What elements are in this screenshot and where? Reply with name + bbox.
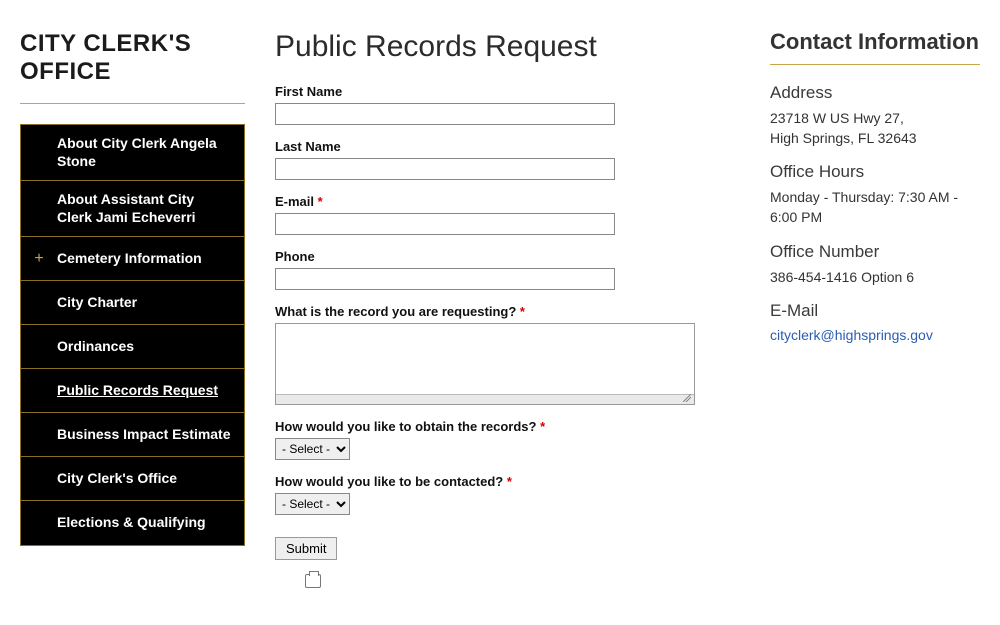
obtain-method-label: How would you like to obtain the records… (275, 419, 740, 434)
sidebar-item-label: Ordinances (57, 338, 134, 356)
office-number-heading: Office Number (770, 242, 980, 262)
contact-method-label-text: How would you like to be contacted? (275, 474, 503, 489)
field-email: E-mail * (275, 194, 740, 235)
sidebar-item-about-city-clerk[interactable]: About City Clerk Angela Stone (21, 125, 244, 181)
office-hours-heading: Office Hours (770, 162, 980, 182)
email-label: E-mail * (275, 194, 740, 209)
phone-label: Phone (275, 249, 740, 264)
office-number-text: 386-454-1416 Option 6 (770, 268, 980, 288)
email-heading: E-Mail (770, 301, 980, 321)
required-asterisk: * (540, 419, 545, 434)
contact-title: Contact Information (770, 30, 980, 54)
textarea-resize-handle[interactable] (276, 394, 694, 404)
sidebar-item-label: City Charter (57, 294, 137, 312)
address-heading: Address (770, 83, 980, 103)
sidebar-divider (20, 103, 245, 104)
last-name-input[interactable] (275, 158, 615, 180)
phone-input[interactable] (275, 268, 615, 290)
sidebar-item-about-assistant-clerk[interactable]: About Assistant City Clerk Jami Echeverr… (21, 181, 244, 237)
address-line-2: High Springs, FL 32643 (770, 129, 980, 149)
sidebar-item-ordinances[interactable]: Ordinances (21, 325, 244, 369)
last-name-label: Last Name (275, 139, 740, 154)
first-name-label: First Name (275, 84, 740, 99)
sidebar-nav: About City Clerk Angela Stone About Assi… (20, 124, 245, 546)
record-request-label: What is the record you are requesting? * (275, 304, 740, 319)
contact-method-label: How would you like to be contacted? * (275, 474, 740, 489)
field-record-request: What is the record you are requesting? * (275, 304, 740, 405)
sidebar-item-cemetery-information[interactable]: + Cemetery Information (21, 237, 244, 281)
sidebar-item-label: Elections & Qualifying (57, 514, 206, 532)
field-obtain-method: How would you like to obtain the records… (275, 419, 740, 460)
email-link[interactable]: cityclerk@highsprings.gov (770, 327, 933, 343)
field-phone: Phone (275, 249, 740, 290)
field-first-name: First Name (275, 84, 740, 125)
sidebar: CITY CLERK'S OFFICE About City Clerk Ang… (20, 30, 245, 593)
contact-method-select[interactable]: - Select - (275, 493, 350, 515)
contact-divider (770, 64, 980, 65)
sidebar-item-label: Public Records Request (57, 382, 218, 400)
plus-icon[interactable]: + (21, 251, 57, 267)
required-asterisk: * (318, 194, 323, 209)
field-contact-method: How would you like to be contacted? * - … (275, 474, 740, 515)
sidebar-item-label: About Assistant City Clerk Jami Echeverr… (57, 191, 232, 226)
obtain-method-label-text: How would you like to obtain the records… (275, 419, 536, 434)
main-content: Public Records Request First Name Last N… (275, 30, 740, 593)
sidebar-item-label: Cemetery Information (57, 250, 202, 268)
submit-button[interactable]: Submit (275, 537, 337, 560)
address-line-1: 23718 W US Hwy 27, (770, 109, 980, 129)
sidebar-item-city-clerks-office[interactable]: City Clerk's Office (21, 457, 244, 501)
sidebar-title: CITY CLERK'S OFFICE (20, 30, 245, 85)
obtain-method-select[interactable]: - Select - (275, 438, 350, 460)
sidebar-item-public-records-request[interactable]: Public Records Request (21, 369, 244, 413)
email-input[interactable] (275, 213, 615, 235)
sidebar-item-business-impact-estimate[interactable]: Business Impact Estimate (21, 413, 244, 457)
first-name-input[interactable] (275, 103, 615, 125)
office-hours-text: Monday - Thursday: 7:30 AM - 6:00 PM (770, 188, 980, 227)
sidebar-item-label: Business Impact Estimate (57, 426, 231, 444)
print-icon[interactable] (305, 574, 321, 588)
record-request-label-text: What is the record you are requesting? (275, 304, 516, 319)
page-title: Public Records Request (275, 30, 740, 64)
sidebar-item-label: City Clerk's Office (57, 470, 177, 488)
sidebar-item-city-charter[interactable]: City Charter (21, 281, 244, 325)
field-last-name: Last Name (275, 139, 740, 180)
sidebar-item-label: About City Clerk Angela Stone (57, 135, 232, 170)
sidebar-item-elections-qualifying[interactable]: Elections & Qualifying (21, 501, 244, 545)
print-row (275, 574, 740, 593)
contact-panel: Contact Information Address 23718 W US H… (770, 30, 980, 593)
record-request-textarea[interactable] (276, 324, 694, 394)
record-request-textarea-wrap (275, 323, 695, 405)
required-asterisk: * (520, 304, 525, 319)
required-asterisk: * (507, 474, 512, 489)
email-label-text: E-mail (275, 194, 314, 209)
